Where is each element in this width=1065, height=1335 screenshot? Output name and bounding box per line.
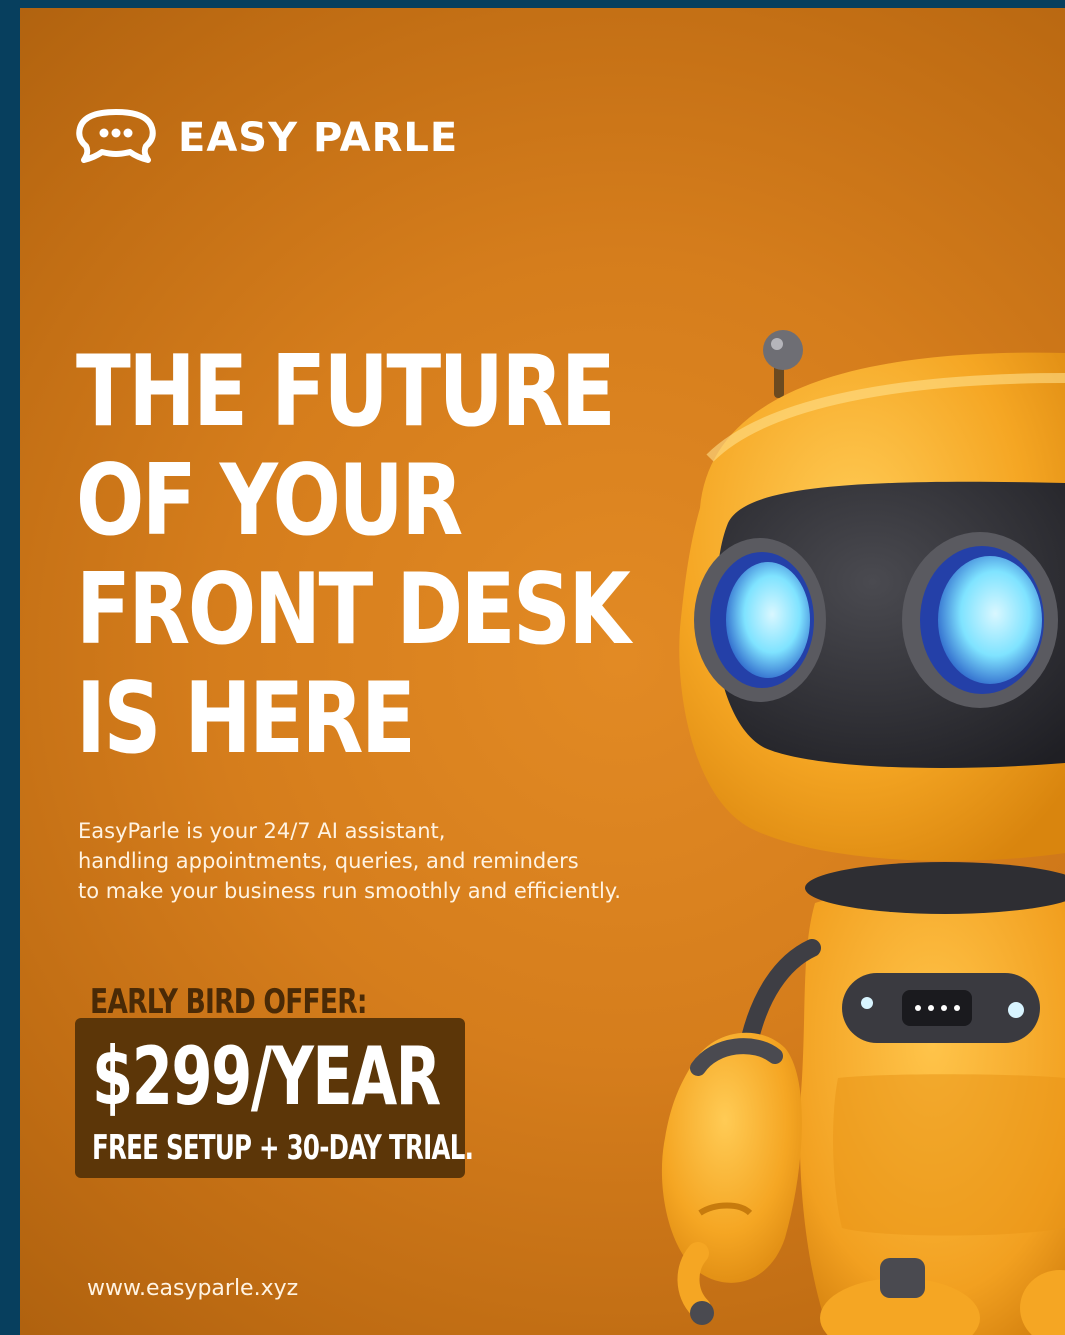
headline-line-3: FRONT DESK [76, 553, 631, 667]
headline-line-2: OF YOUR [76, 444, 463, 558]
robot-mascot [661, 330, 1065, 1335]
brand-name: EASY PARLE [178, 115, 459, 161]
page-frame: EASY PARLE THE FUTURE OF YOUR FRONT DESK… [0, 0, 1065, 1335]
headline-line-1: THE FUTURE [76, 335, 616, 449]
robot-arm [661, 1032, 802, 1283]
antenna-ball [763, 330, 803, 370]
offer-details: FREE SETUP + 30-DAY TRIAL. [92, 1128, 474, 1168]
offer-price: $299/YEAR [92, 1030, 441, 1123]
headline: THE FUTURE OF YOUR FRONT DESK IS HERE [76, 335, 631, 776]
poster: EASY PARLE THE FUTURE OF YOUR FRONT DESK… [20, 8, 1065, 1335]
headline-line-4: IS HERE [76, 662, 416, 776]
chat-bubble-icon [76, 109, 156, 163]
brand-logo[interactable]: EASY PARLE [74, 108, 458, 168]
website-link[interactable]: www.easyparle.xyz [87, 1275, 298, 1303]
offer-box[interactable]: $299/YEAR FREE SETUP + 30-DAY TRIAL. [75, 1018, 474, 1178]
offer-label: EARLY BIRD OFFER: [90, 982, 367, 1022]
